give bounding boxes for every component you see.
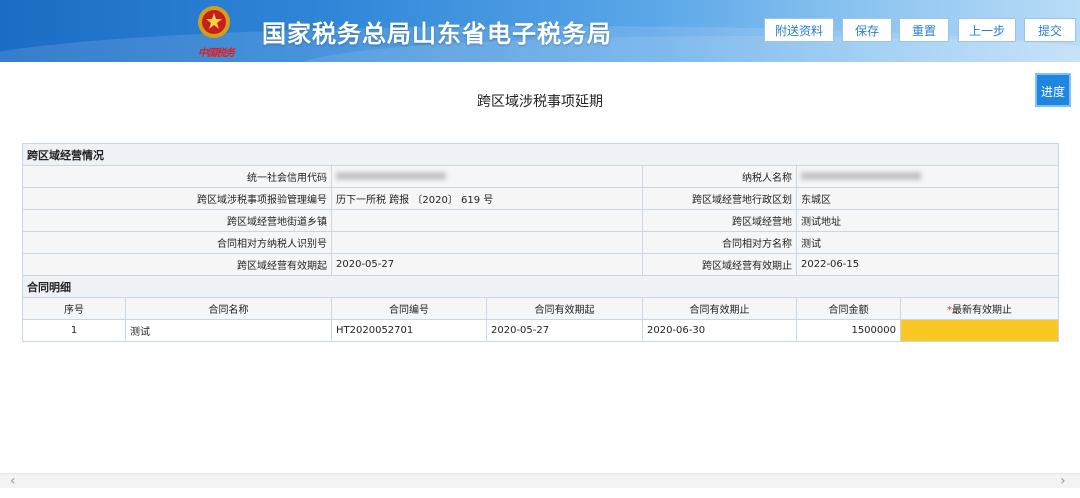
section-title-contract: 合同明细 [21,275,1060,298]
cell-no: 1 [22,319,126,342]
credit-code-value [331,165,643,188]
cell-amount: 1500000 [796,319,901,342]
redacted-taxpayer-name [801,172,921,180]
counterparty-id-value [331,231,643,254]
label-credit-code: 统一社会信用代码 [22,165,332,188]
registration-no-value: 历下一所税 跨报 〔2020〕 619 号 [331,187,643,210]
contract-header-row: 序号 合同名称 合同编号 合同有效期起 合同有效期止 合同金额 *最新有效期止 [22,297,1060,320]
horizontal-scrollbar[interactable]: ‹ › [0,473,1080,488]
label-operation-address: 跨区域经营地 [642,209,797,232]
label-valid-to: 跨区域经营有效期止 [642,253,797,276]
valid-to-value: 2022-06-15 [795,253,1060,276]
attach-docs-button[interactable]: 附送资料 [764,18,834,42]
table-row: 1 测试 HT2020052701 2020-05-27 2020-06-30 … [22,319,1060,342]
col-header-new-end-label: 最新有效期止 [952,305,1013,316]
form-row: 合同相对方纳税人识别号 合同相对方名称 测试 [22,231,1060,254]
valid-from-value: 2020-05-27 [331,253,643,276]
header-banner: 中国税务 国家税务总局山东省电子税务局 附送资料 保存 重置 上一步 提交 [0,0,1080,62]
form-table: 跨区域经营情况 统一社会信用代码 纳税人名称 跨区域涉税事项报验管理编号 历下一… [21,143,1060,342]
cell-start: 2020-05-27 [486,319,643,342]
reset-button[interactable]: 重置 [899,18,949,42]
site-title: 国家税务总局山东省电子税务局 [262,20,612,48]
scroll-left-icon[interactable]: ‹ [10,474,16,488]
form-row: 跨区域涉税事项报验管理编号 历下一所税 跨报 〔2020〕 619 号 跨区域经… [22,187,1060,210]
taxpayer-name-value [795,165,1060,188]
new-end-date-input[interactable] [899,319,1060,342]
col-header-no: 序号 [22,297,126,320]
cell-end: 2020-06-30 [642,319,797,342]
cell-contract-name: 测试 [125,319,332,342]
label-counterparty-id: 合同相对方纳税人识别号 [22,231,332,254]
admin-region-value: 东城区 [795,187,1060,210]
form-row: 统一社会信用代码 纳税人名称 [22,165,1060,188]
submit-button[interactable]: 提交 [1024,18,1076,42]
form-row: 跨区域经营有效期起 2020-05-27 跨区域经营有效期止 2022-06-1… [22,253,1060,276]
page-title: 跨区域涉税事项延期 [477,94,603,110]
label-valid-from: 跨区域经营有效期起 [22,253,332,276]
label-taxpayer-name: 纳税人名称 [642,165,797,188]
col-header-contract-name: 合同名称 [125,297,332,320]
label-counterparty-name: 合同相对方名称 [642,231,797,254]
redacted-credit-code [336,172,446,180]
label-admin-region: 跨区域经营地行政区划 [642,187,797,210]
counterparty-name-value: 测试 [795,231,1060,254]
col-header-end: 合同有效期止 [642,297,797,320]
street-town-value [331,209,643,232]
scroll-right-icon[interactable]: › [1060,474,1066,488]
col-header-amount: 合同金额 [796,297,901,320]
tax-emblem-icon [198,6,230,38]
col-header-new-end: *最新有效期止 [899,297,1060,320]
section-title-operation: 跨区域经营情况 [21,143,1060,166]
form-row: 跨区域经营地街道乡镇 跨区域经营地 测试地址 [22,209,1060,232]
previous-step-button[interactable]: 上一步 [958,18,1016,42]
save-button[interactable]: 保存 [842,18,892,42]
col-header-contract-code: 合同编号 [331,297,487,320]
operation-address-value: 测试地址 [795,209,1060,232]
label-street-town: 跨区域经营地街道乡镇 [22,209,332,232]
label-registration-no: 跨区域涉税事项报验管理编号 [22,187,332,210]
cell-contract-code: HT2020052701 [331,319,487,342]
emblem-caption: 中国税务 [198,48,235,59]
col-header-start: 合同有效期起 [486,297,643,320]
